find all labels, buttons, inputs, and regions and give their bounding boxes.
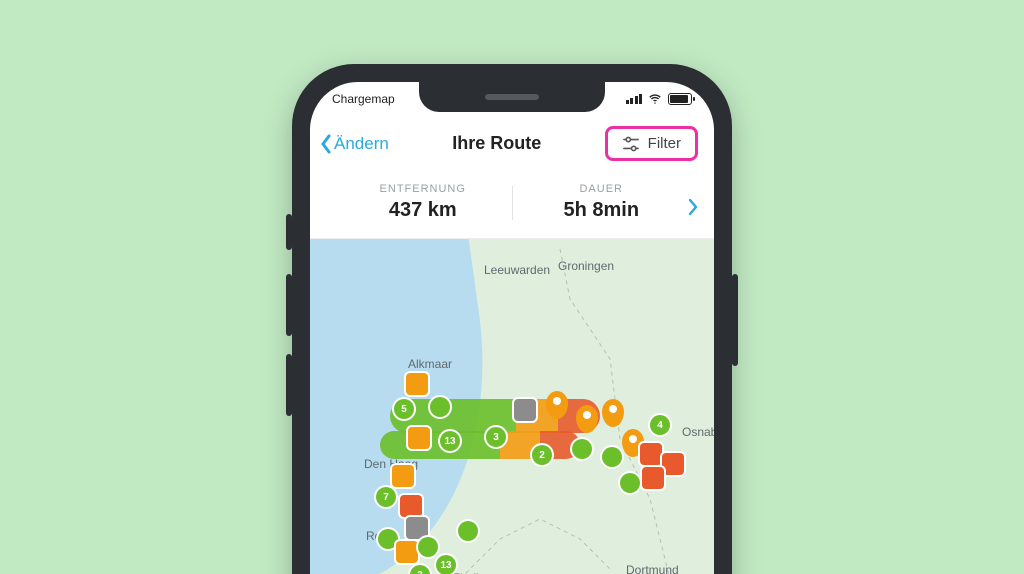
stat-duration: DAUER 5h 8min xyxy=(513,183,691,222)
charger-pin-cluster[interactable]: 3 xyxy=(410,565,430,574)
charger-pin-cluster[interactable]: 4 xyxy=(650,415,670,435)
page-title: Ihre Route xyxy=(452,133,541,154)
speaker xyxy=(485,94,539,100)
charger-pin-fast[interactable] xyxy=(406,373,428,395)
battery-icon xyxy=(668,93,692,105)
duration-label: DAUER xyxy=(513,183,691,195)
charger-pin-cluster[interactable]: 13 xyxy=(440,431,460,451)
charger-pin[interactable] xyxy=(602,447,622,467)
charger-pin-busy[interactable] xyxy=(662,453,684,475)
filter-button[interactable]: Filter xyxy=(605,126,698,161)
chevron-right-icon xyxy=(688,198,698,216)
charger-pin-drop[interactable] xyxy=(602,399,624,427)
charger-pin-cluster[interactable]: 2 xyxy=(532,445,552,465)
map-view[interactable]: LeeuwardenGroningenAlkmaarOsnabrDen Haag… xyxy=(310,239,714,574)
charger-pin[interactable] xyxy=(430,397,450,417)
phone-frame: Chargemap Ändern Ihre Route Filter ENTFE… xyxy=(292,64,732,574)
charger-pin-fast[interactable] xyxy=(408,427,430,449)
notch xyxy=(419,82,605,112)
charger-pin[interactable] xyxy=(572,439,592,459)
back-button[interactable]: Ändern xyxy=(320,134,389,154)
charger-pin-unavailable[interactable] xyxy=(406,517,428,539)
power-button xyxy=(732,274,738,366)
charger-pin-fast[interactable] xyxy=(392,465,414,487)
charger-pin-drop[interactable] xyxy=(576,405,598,433)
charger-pin-busy[interactable] xyxy=(640,443,662,465)
charging-pins: 5 13 3 2 4 7 xyxy=(310,239,714,574)
filter-icon xyxy=(622,136,640,152)
volume-down-button xyxy=(286,354,292,416)
charger-pin-unavailable[interactable] xyxy=(514,399,536,421)
volume-up-button xyxy=(286,274,292,336)
distance-label: ENTFERNUNG xyxy=(334,183,512,195)
charger-pin[interactable] xyxy=(378,529,398,549)
charger-pin[interactable] xyxy=(418,537,438,557)
route-stats[interactable]: ENTFERNUNG 437 km DAUER 5h 8min xyxy=(310,175,714,239)
charger-pin-cluster[interactable]: 5 xyxy=(394,399,414,419)
screen: Chargemap Ändern Ihre Route Filter ENTFE… xyxy=(310,82,714,574)
charger-pin-busy[interactable] xyxy=(400,495,422,517)
charger-pin-fast[interactable] xyxy=(396,541,418,563)
signal-icon xyxy=(626,94,643,104)
charger-pin-cluster[interactable]: 13 xyxy=(436,555,456,574)
chevron-left-icon xyxy=(320,134,332,154)
wifi-icon xyxy=(648,92,662,106)
nav-bar: Ändern Ihre Route Filter xyxy=(310,116,714,175)
charger-pin-cluster[interactable]: 3 xyxy=(486,427,506,447)
distance-value: 437 km xyxy=(334,199,512,222)
charger-pin[interactable] xyxy=(458,521,478,541)
back-label: Ändern xyxy=(334,134,389,154)
stat-distance: ENTFERNUNG 437 km xyxy=(334,183,512,222)
filter-label: Filter xyxy=(648,135,681,152)
side-button xyxy=(286,214,292,250)
charger-pin-cluster[interactable]: 7 xyxy=(376,487,396,507)
duration-value: 5h 8min xyxy=(513,199,691,222)
charger-pin-busy[interactable] xyxy=(642,467,664,489)
charger-pin[interactable] xyxy=(620,473,640,493)
carrier-label: Chargemap xyxy=(332,92,395,106)
